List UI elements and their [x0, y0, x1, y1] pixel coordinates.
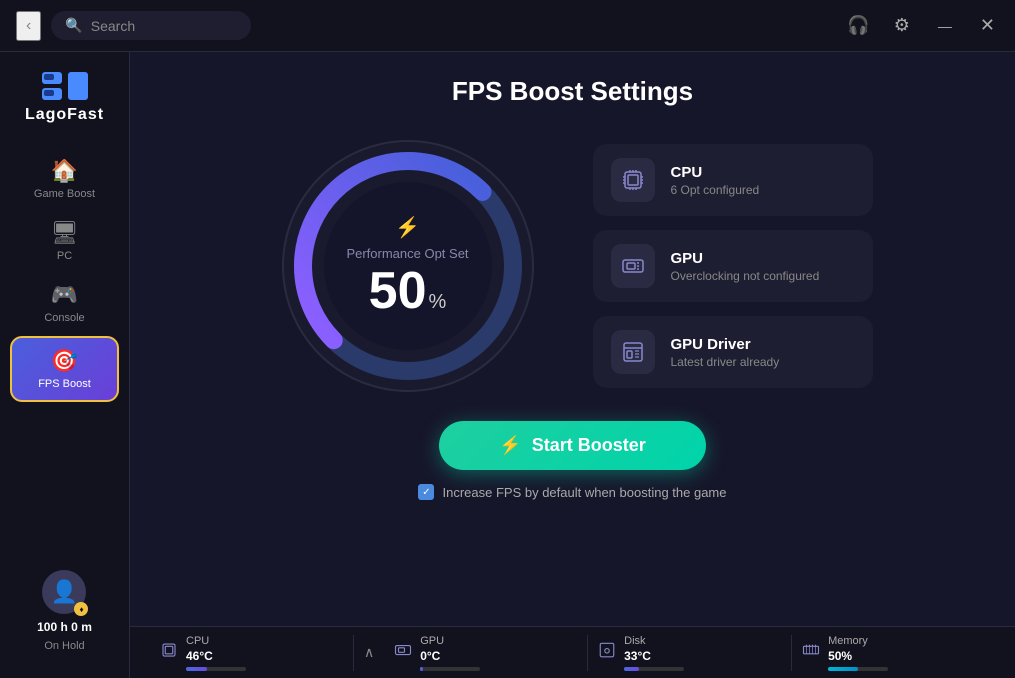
- gauge-percent: %: [429, 291, 447, 314]
- checkbox-label: Increase FPS by default when boosting th…: [442, 485, 726, 500]
- pc-label: PC: [57, 250, 72, 262]
- start-booster-button[interactable]: ⚡ Start Booster: [439, 421, 705, 470]
- cpu-card-text: CPU 6 Opt configured: [671, 164, 760, 197]
- logo-svg: [40, 68, 90, 106]
- gpu-driver-card-icon: [611, 330, 655, 374]
- title-bar-left: ‹ 🔍 Search: [16, 11, 251, 41]
- gauge-and-info: ⚡ Performance Opt Set 50 %: [170, 131, 975, 401]
- support-icon[interactable]: 🎧: [843, 11, 873, 40]
- sidebar-item-game-boost[interactable]: 🏠 Game Boost: [0, 148, 129, 210]
- gpu-status-bar-fill: [420, 667, 423, 671]
- disk-status-bar-fill: [624, 667, 639, 671]
- search-text: Search: [91, 18, 135, 34]
- fps-boost-icon: 🎯: [51, 348, 78, 374]
- cpu-status-item[interactable]: CPU 46°C: [150, 635, 354, 671]
- sidebar: LagoFast 🏠 Game Boost 🖥 PC 🎮 Console 🎯 F…: [0, 52, 130, 678]
- cpu-status-icon: [160, 641, 178, 664]
- memory-status-item[interactable]: Memory 50%: [792, 635, 995, 671]
- gpu-driver-card-text: GPU Driver Latest driver already: [671, 336, 780, 369]
- gpu-driver-card-title: GPU Driver: [671, 336, 780, 353]
- gauge-bolt-icon: ⚡: [395, 215, 420, 240]
- info-cards: CPU 6 Opt configured: [593, 144, 873, 388]
- gpu-card-text: GPU Overclocking not configured: [671, 250, 820, 283]
- content-area: FPS Boost Settings: [130, 52, 1015, 678]
- gpu-driver-card-subtitle: Latest driver already: [671, 355, 780, 369]
- cpu-card-title: CPU: [671, 164, 760, 181]
- memory-status-bar-fill: [828, 667, 858, 671]
- main-container: LagoFast 🏠 Game Boost 🖥 PC 🎮 Console 🎯 F…: [0, 52, 1015, 678]
- title-bar-right: 🎧 ⚙ — ✕: [843, 11, 999, 40]
- avatar-badge: ♦: [74, 602, 88, 616]
- title-bar: ‹ 🔍 Search 🎧 ⚙ — ✕: [0, 0, 1015, 52]
- console-icon: 🎮: [51, 282, 78, 308]
- avatar-icon: 👤: [51, 579, 78, 605]
- memory-status-bar-graph: [828, 667, 888, 671]
- disk-status-icon: [598, 641, 616, 664]
- cpu-status-bar-fill: [186, 667, 207, 671]
- settings-icon[interactable]: ⚙: [890, 11, 914, 40]
- disk-status-item[interactable]: Disk 33°C: [588, 635, 792, 671]
- gauge-container: ⚡ Performance Opt Set 50 %: [273, 131, 543, 401]
- fps-boost-label: FPS Boost: [38, 378, 91, 390]
- disk-status-name: Disk: [624, 635, 684, 647]
- hold-label: On Hold: [44, 640, 84, 652]
- cpu-card-subtitle: 6 Opt configured: [671, 183, 760, 197]
- gpu-status-bar-graph: [420, 667, 480, 671]
- checkbox-row: ✓ Increase FPS by default when boosting …: [418, 484, 726, 500]
- gauge-label: Performance Opt Set: [346, 246, 468, 261]
- game-boost-label: Game Boost: [34, 188, 95, 200]
- disk-status-bar-graph: [624, 667, 684, 671]
- gauge-value: 50 %: [369, 265, 447, 317]
- game-boost-icon: 🏠: [51, 158, 78, 184]
- avatar[interactable]: 👤 ♦: [42, 570, 86, 614]
- logo: LagoFast: [25, 68, 104, 124]
- gpu-status-info: GPU 0°C: [420, 635, 480, 671]
- gauge-inner: ⚡ Performance Opt Set 50 %: [346, 215, 468, 317]
- search-icon: 🔍: [65, 17, 82, 34]
- logo-text: LagoFast: [25, 106, 104, 124]
- gpu-driver-card[interactable]: GPU Driver Latest driver already: [593, 316, 873, 388]
- status-chevron[interactable]: ∧: [354, 644, 384, 661]
- gauge-number: 50: [369, 265, 427, 317]
- cpu-status-bar-graph: [186, 667, 246, 671]
- gpu-status-item[interactable]: GPU 0°C: [384, 635, 588, 671]
- status-bar: CPU 46°C ∧ GPU 0°C: [130, 626, 1015, 678]
- memory-status-value: 50%: [828, 649, 888, 663]
- gpu-status-icon: [394, 641, 412, 664]
- gpu-card-title: GPU: [671, 250, 820, 267]
- sidebar-item-fps-boost[interactable]: 🎯 FPS Boost: [10, 336, 119, 402]
- gpu-status-name: GPU: [420, 635, 480, 647]
- memory-status-name: Memory: [828, 635, 888, 647]
- gpu-card[interactable]: GPU Overclocking not configured: [593, 230, 873, 302]
- back-button[interactable]: ‹: [16, 11, 41, 41]
- minimize-button[interactable]: —: [930, 14, 960, 38]
- page-title: FPS Boost Settings: [452, 76, 693, 107]
- memory-status-icon: [802, 641, 820, 664]
- fps-default-checkbox[interactable]: ✓: [418, 484, 434, 500]
- close-button[interactable]: ✕: [976, 11, 999, 40]
- search-bar[interactable]: 🔍 Search: [51, 11, 251, 40]
- boost-bolt-icon: ⚡: [499, 435, 521, 456]
- sidebar-bottom: 👤 ♦ 100 h 0 m On Hold: [37, 570, 92, 662]
- cpu-card[interactable]: CPU 6 Opt configured: [593, 144, 873, 216]
- cpu-status-info: CPU 46°C: [186, 635, 246, 671]
- cpu-status-name: CPU: [186, 635, 246, 647]
- gpu-card-icon: [611, 244, 655, 288]
- content-main: FPS Boost Settings: [130, 52, 1015, 626]
- boost-section: ⚡ Start Booster ✓ Increase FPS by defaul…: [418, 421, 726, 500]
- pc-icon: 🖥: [51, 220, 79, 246]
- disk-status-info: Disk 33°C: [624, 635, 684, 671]
- gpu-status-value: 0°C: [420, 649, 480, 663]
- memory-status-info: Memory 50%: [828, 635, 888, 671]
- console-label: Console: [44, 312, 84, 324]
- gpu-card-subtitle: Overclocking not configured: [671, 269, 820, 283]
- boost-button-label: Start Booster: [532, 435, 646, 456]
- time-display: 100 h 0 m: [37, 620, 92, 634]
- cpu-status-value: 46°C: [186, 649, 246, 663]
- sidebar-item-pc[interactable]: 🖥 PC: [0, 210, 129, 272]
- cpu-card-icon: [611, 158, 655, 202]
- disk-status-value: 33°C: [624, 649, 684, 663]
- sidebar-item-console[interactable]: 🎮 Console: [0, 272, 129, 334]
